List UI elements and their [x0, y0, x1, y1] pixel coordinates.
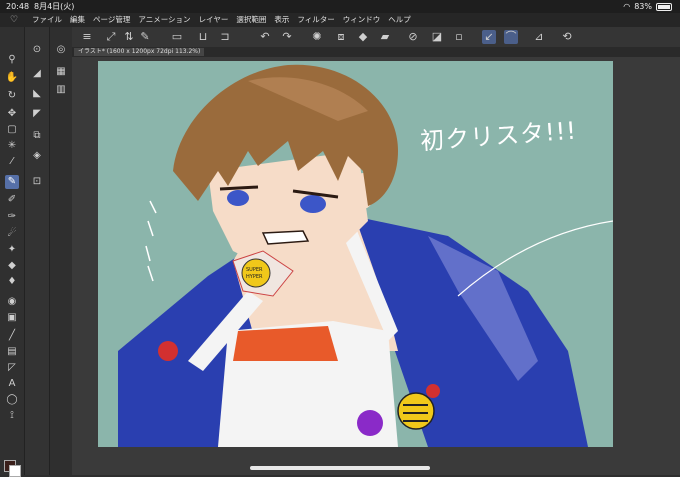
- motion-lines: [145, 200, 157, 282]
- right-eye: [300, 195, 326, 213]
- airbrush-icon[interactable]: ☄: [5, 227, 19, 241]
- zoom-icon[interactable]: ⚲: [5, 53, 19, 67]
- undo-icon[interactable]: ↶: [258, 30, 272, 44]
- blend-icon[interactable]: ♦: [5, 275, 19, 289]
- pen-icon[interactable]: ✎: [5, 175, 19, 189]
- edit-icon[interactable]: ✎: [138, 30, 152, 44]
- status-time: 20:48: [6, 2, 30, 11]
- snap-grid-icon[interactable]: ⊿: [532, 30, 546, 44]
- frame-icon[interactable]: ▤: [5, 345, 19, 359]
- figure-icon[interactable]: ╱: [5, 329, 19, 343]
- gradient-icon[interactable]: ▣: [5, 311, 19, 325]
- menu-file[interactable]: ファイル: [28, 13, 66, 27]
- fill-bucket-icon[interactable]: ◆: [356, 30, 370, 44]
- badge-text-2: HYPER: [246, 274, 263, 280]
- sub-tool-icon-4[interactable]: ◤: [30, 107, 44, 121]
- new-icon[interactable]: ▭: [170, 30, 184, 44]
- battery-percent: 83%: [634, 2, 652, 11]
- menu-animation[interactable]: アニメーション: [134, 13, 194, 27]
- menu-filter[interactable]: フィルター: [293, 13, 338, 27]
- purple-pin: [357, 410, 383, 436]
- document-tabs: イラスト* (1600 x 1200px 72dpi 113.2%): [72, 47, 680, 57]
- layer-icon[interactable]: ▰: [378, 30, 392, 44]
- battery-fill: [658, 4, 670, 9]
- left-eye: [227, 190, 249, 206]
- super-hyper-badge: [241, 258, 271, 288]
- invert-icon[interactable]: ◪: [430, 30, 444, 44]
- menu-window[interactable]: ウィンドウ: [339, 13, 385, 27]
- sub-tool-icon-1[interactable]: ⊙: [30, 43, 44, 57]
- eyedropper-icon[interactable]: ⁄: [5, 155, 19, 169]
- lasso-icon[interactable]: ✳: [5, 139, 19, 153]
- status-date: 8月4日(火): [34, 2, 75, 11]
- menu-view[interactable]: 表示: [270, 13, 293, 27]
- eraser-icon[interactable]: ◆: [5, 259, 19, 273]
- text-icon[interactable]: A: [5, 377, 19, 391]
- panel-icon-2[interactable]: ▦: [54, 65, 68, 79]
- canvas[interactable]: SUPER HYPER 初クリスタ!!!: [98, 61, 613, 447]
- menu-layer[interactable]: レイヤー: [195, 13, 233, 27]
- status-right: ◠ 83%: [623, 0, 672, 13]
- redo-icon[interactable]: ↷: [280, 30, 294, 44]
- panel-icon-3[interactable]: ▥: [54, 83, 68, 97]
- menu-bar: ♡ ファイル 編集 ページ管理 アニメーション レイヤー 選択範囲 表示 フィル…: [0, 13, 680, 27]
- snap-ruler-icon[interactable]: ↙: [482, 30, 496, 44]
- spinner-icon[interactable]: ✺: [310, 30, 324, 44]
- status-bar: 20:48 8月4日(火) ◠ 83%: [0, 0, 680, 13]
- reorder-icon[interactable]: ⇅: [122, 30, 136, 44]
- brush-icon[interactable]: ✑: [5, 210, 19, 224]
- selection-icon[interactable]: ▢: [5, 123, 19, 137]
- transform-icon[interactable]: ⤢: [104, 30, 118, 44]
- rotate-icon[interactable]: ↻: [5, 89, 19, 103]
- ruler-icon[interactable]: ◸: [5, 361, 19, 375]
- document-tab[interactable]: イラスト* (1600 x 1200px 72dpi 113.2%): [74, 48, 205, 56]
- tool-palette: ⚲ ✋ ↻ ✥ ▢ ✳ ⁄ ✎ ✐ ✑ ☄ ✦ ◆ ♦ ◉ ▣ ╱ ▤ ◸ A …: [0, 27, 25, 477]
- canvas-workspace[interactable]: SUPER HYPER 初クリスタ!!!: [72, 57, 680, 475]
- fill-icon[interactable]: ◉: [5, 295, 19, 309]
- app-logo-icon[interactable]: ♡: [0, 13, 28, 27]
- small-red-pin: [426, 384, 440, 398]
- badge-text-1: SUPER: [246, 267, 263, 273]
- open-icon[interactable]: ⊔: [196, 30, 210, 44]
- correct-line-icon[interactable]: ⟟: [5, 409, 19, 423]
- sub-tool-icon-2[interactable]: ◢: [30, 67, 44, 81]
- menu-help[interactable]: ヘルプ: [384, 13, 415, 27]
- shirt-collar: [233, 326, 338, 361]
- snap-special-icon[interactable]: ⌒: [504, 30, 518, 44]
- side-panel-icons: ◎ ▦ ▥: [50, 27, 73, 475]
- hand-icon[interactable]: ✋: [5, 71, 19, 85]
- deselect-icon[interactable]: ⊘: [406, 30, 420, 44]
- clear-icon[interactable]: ▫: [452, 30, 466, 44]
- crop-icon[interactable]: ⧈: [334, 30, 348, 44]
- sub-tool-icon-3[interactable]: ◣: [30, 87, 44, 101]
- red-pin: [158, 341, 178, 361]
- sub-tool-icon-7[interactable]: ⊡: [30, 175, 44, 189]
- mouth: [261, 230, 310, 245]
- decoration-icon[interactable]: ✦: [5, 243, 19, 257]
- menu-page[interactable]: ページ管理: [89, 13, 134, 27]
- menu-edit[interactable]: 編集: [66, 13, 89, 27]
- sub-color-swatch[interactable]: [9, 465, 21, 477]
- battery-icon: [656, 2, 672, 11]
- command-bar: ≡ ⤢ ⇅ ✎ ▭ ⊔ ⊐ ↶ ↷ ✺ ⧈ ◆ ▰ ⊘ ◪ ▫ ↙ ⌒ ⊿ ⟲: [72, 27, 680, 48]
- move-icon[interactable]: ✥: [5, 107, 19, 121]
- panel-icon-1[interactable]: ◎: [54, 43, 68, 57]
- quick-access-icon[interactable]: ⟲: [560, 30, 574, 44]
- yellow-pin: [397, 392, 435, 430]
- sub-tool-icon-6[interactable]: ◈: [30, 149, 44, 163]
- save-icon[interactable]: ⊐: [218, 30, 232, 44]
- home-indicator[interactable]: [250, 466, 430, 470]
- menu-icon[interactable]: ≡: [80, 30, 94, 44]
- wifi-icon: ◠: [623, 2, 631, 11]
- sub-tool-icon-5[interactable]: ⧉: [30, 129, 44, 143]
- balloon-icon[interactable]: ◯: [5, 393, 19, 407]
- sub-tool-palette: ⊙ ◢ ◣ ◤ ⧉ ◈ ⊡: [25, 27, 50, 475]
- left-eyelid: [219, 185, 259, 191]
- menu-selection[interactable]: 選択範囲: [232, 13, 270, 27]
- pencil-icon[interactable]: ✐: [5, 193, 19, 207]
